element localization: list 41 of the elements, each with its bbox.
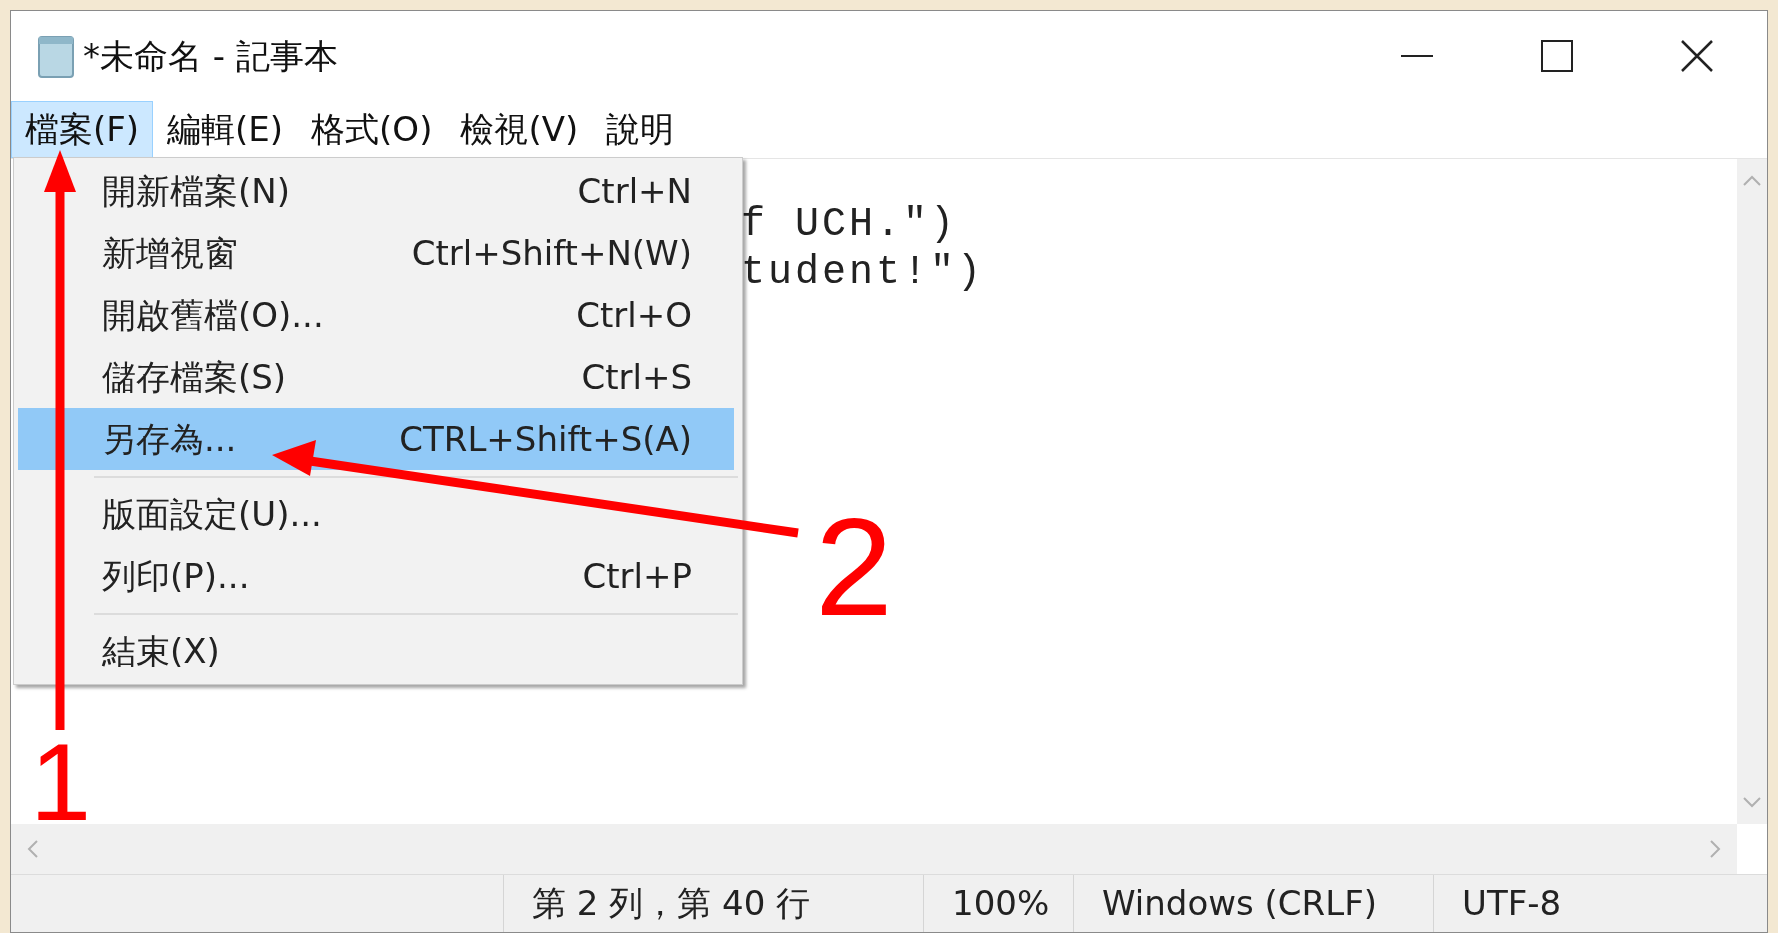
menu-item[interactable]: 開啟舊檔(O)... Ctrl+O <box>18 284 734 346</box>
menu-item[interactable]: 開新檔案(N) Ctrl+N <box>18 160 734 222</box>
shortcut-text: Ctrl+N <box>577 169 692 213</box>
shortcut-text: CTRL+Shift+S(A) <box>399 417 692 461</box>
menu-item[interactable]: 列印(P)... Ctrl+P <box>18 545 734 607</box>
status-text: UTF-8 <box>1433 875 1763 932</box>
menu-item[interactable]: 另存為... CTRL+Shift+S(A) <box>18 408 734 470</box>
menu-bar-item[interactable]: 檔案(F) <box>11 101 154 158</box>
menu-bar-item[interactable]: 說明 <box>592 101 689 158</box>
horizontal-scrollbar[interactable] <box>11 824 1737 874</box>
menu-bar-item[interactable]: 檢視(V) <box>446 101 593 158</box>
menu-item-label: 列印(P)... <box>102 554 250 598</box>
menu-item-label: 開新檔案(N) <box>102 169 290 213</box>
menu-item-label: 新增視窗 <box>102 231 238 275</box>
status-text: 100% <box>923 875 1073 932</box>
menu-item-label: 版面設定(U)... <box>102 492 322 536</box>
menu-bar-item[interactable]: 編輯(E) <box>153 101 298 158</box>
menu-item-label: 結束(X) <box>102 629 220 673</box>
annotation-number: 1 <box>30 720 92 843</box>
menu-item[interactable]: 新增視窗 Ctrl+Shift+N(W) <box>18 222 734 284</box>
close-icon <box>1680 39 1714 73</box>
shortcut-text: Ctrl+Shift+N(W) <box>411 231 692 275</box>
menu-item[interactable]: 版面設定(U)... <box>18 483 734 545</box>
menu-item[interactable]: 結束(X) <box>18 620 734 682</box>
vertical-scrollbar[interactable] <box>1737 159 1767 824</box>
minimize-icon <box>1401 54 1433 58</box>
maximize-icon <box>1541 40 1573 72</box>
text-line: f UCH.") <box>741 201 958 249</box>
text-line: tudent!") <box>741 249 985 297</box>
status-text: Windows (CRLF) <box>1073 875 1433 932</box>
shortcut-text: Ctrl+O <box>576 293 692 337</box>
shortcut-text: Ctrl+P <box>582 554 692 598</box>
menu-item-label: 另存為... <box>102 417 237 461</box>
menu-item[interactable]: 儲存檔案(S) Ctrl+S <box>18 346 734 408</box>
window-title: *未命名 - 記事本 <box>83 34 338 78</box>
menu-item-label: 儲存檔案(S) <box>102 355 287 399</box>
status-text: 第 2 列，第 40 行 <box>503 875 923 932</box>
shortcut-text: Ctrl+S <box>581 355 692 399</box>
menu-bar-item[interactable]: 格式(O) <box>297 101 447 158</box>
annotation-number: 2 <box>815 488 893 645</box>
menu-item-label: 開啟舊檔(O)... <box>102 293 324 337</box>
